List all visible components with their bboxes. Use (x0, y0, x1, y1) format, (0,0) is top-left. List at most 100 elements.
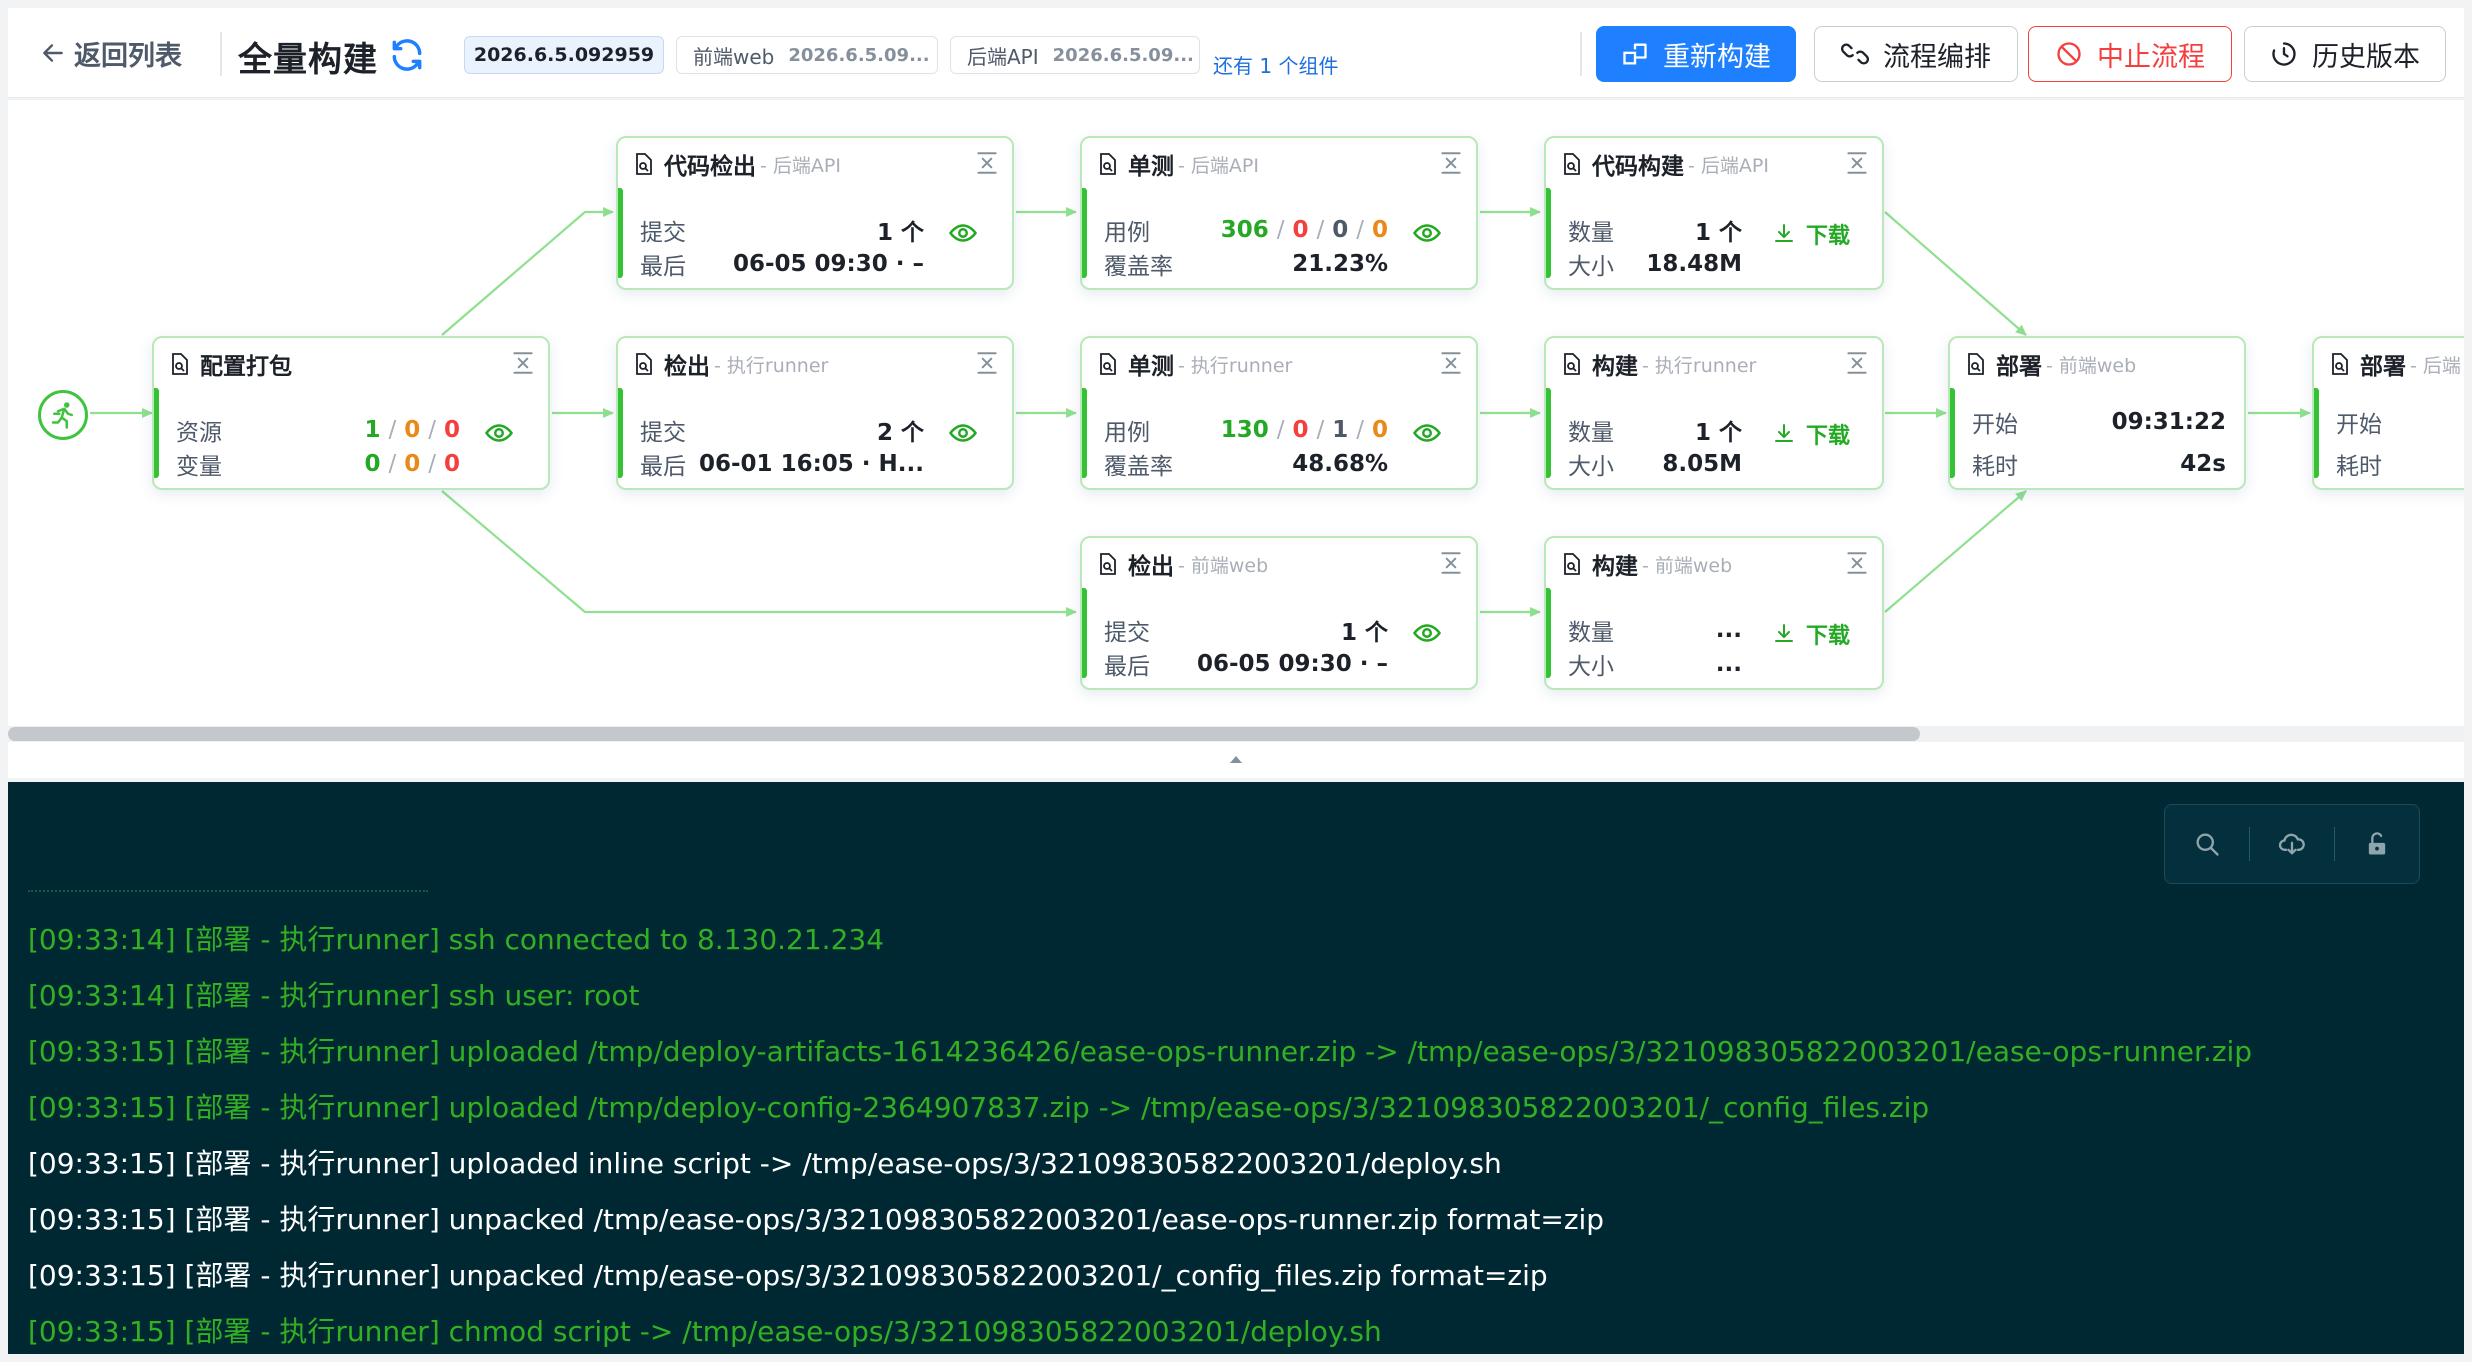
test-case-counts: 306/0/0/0 (1220, 217, 1388, 243)
node-checkout-runner[interactable]: 检出 - 执行runner 提交 最后 2 个 06-01 16:05 · H.… (616, 336, 1014, 490)
doc-search-icon (1100, 553, 1116, 575)
node-row-label: 变量 (176, 448, 266, 480)
more-components-link[interactable]: 还有 1 个组件 (1213, 50, 1338, 79)
doc-search-icon (2332, 353, 2348, 375)
log-download-button[interactable] (2250, 805, 2334, 883)
download-icon (1774, 424, 1793, 442)
row-label: 开始 (2336, 412, 2382, 438)
page-header: 返回列表 全量构建 2026.6.5.092959 前端web 2026.6.5… (8, 8, 2464, 98)
collapse-icon[interactable] (1438, 550, 1464, 576)
eye-icon[interactable] (1412, 418, 1442, 448)
log-line: [09:33:15] [部署 - 执行runner] uploaded inli… (28, 1147, 1502, 1180)
start-node[interactable] (38, 390, 88, 440)
collapse-icon[interactable] (1438, 350, 1464, 376)
doc-search-icon (1564, 353, 1580, 375)
node-unit-test-runner[interactable]: 单测 - 执行runner 用例 覆盖率 130/0/1/0 48.68% (1080, 336, 1478, 490)
stop-flow-button[interactable]: 中止流程 (2028, 26, 2232, 82)
orchestrate-button[interactable]: 流程编排 (1814, 26, 2018, 82)
history-versions-button[interactable]: 历史版本 (2244, 26, 2446, 82)
eye-icon[interactable] (948, 418, 978, 448)
doc-search-icon (1100, 153, 1116, 175)
back-to-list-link[interactable]: 返回列表 (40, 36, 182, 72)
refresh-icon[interactable] (388, 36, 426, 74)
artifact-size: 18.48M (1646, 251, 1742, 277)
node-header: 构建 - 执行runner (1560, 348, 1756, 380)
node-header: 配置打包 (168, 348, 292, 380)
caret-up-icon (1230, 756, 1242, 763)
count-ok: 1 (364, 417, 381, 443)
variable-counts: 0/0/0 (364, 451, 460, 477)
node-build-api[interactable]: 代码构建 - 后端API 数量 大小 1 个 18.48M 下载 (1544, 136, 1884, 290)
count-fail: 0 (443, 451, 460, 477)
scrollbar-thumb[interactable] (8, 727, 1920, 741)
download-button[interactable]: 下载 (1772, 218, 1850, 250)
eye-icon[interactable] (484, 418, 514, 448)
row-label: 大小 (1568, 454, 1614, 480)
canvas-horizontal-scrollbar[interactable] (8, 726, 2464, 742)
collapse-icon[interactable] (1844, 350, 1870, 376)
node-deploy-api[interactable]: 部署 - 后端 开始 耗时 (2312, 336, 2464, 490)
row-label: 提交 (640, 420, 686, 446)
row-label: 提交 (1104, 620, 1150, 646)
node-build-runner[interactable]: 构建 - 执行runner 数量 大小 1 个 8.05M 下载 (1544, 336, 1884, 490)
node-subtitle: - 执行runner (714, 354, 829, 377)
node-config-pack[interactable]: 配置打包 资源 变量 1/0/0 0/0/0 (152, 336, 550, 490)
node-subtitle: - 后端API (760, 154, 841, 177)
row-label: 数量 (1568, 420, 1614, 446)
node-deploy-web[interactable]: 部署 - 前端web 开始 耗时 09:31:22 42s (1948, 336, 2246, 490)
node-title: 部署 (1996, 354, 2042, 380)
artifact-size: 8.05M (1662, 451, 1742, 477)
collapse-icon[interactable] (1844, 150, 1870, 176)
last-commit: 06-05 09:30 · – (732, 251, 924, 277)
collapse-icon[interactable] (1844, 550, 1870, 576)
row-label: 最后 (640, 254, 686, 280)
log-line: [09:33:15] [部署 - 执行runner] uploaded /tmp… (28, 1035, 2253, 1068)
node-row-label: 数量 (1568, 614, 1658, 646)
download-button[interactable]: 下载 (1772, 618, 1850, 650)
panel-resize-handle[interactable] (1218, 746, 1254, 772)
rebuild-icon (1623, 43, 1647, 65)
node-checkout-web[interactable]: 检出 - 前端web 提交 最后 1 个 06-05 09:30 · – (1080, 536, 1478, 690)
collapse-icon[interactable] (974, 150, 1000, 176)
collapse-icon[interactable] (1438, 150, 1464, 176)
download-button[interactable]: 下载 (1772, 418, 1850, 450)
node-subtitle: - 执行runner (1642, 354, 1757, 377)
unlock-icon (2369, 832, 2386, 855)
row-label: 覆盖率 (1104, 254, 1173, 280)
log-line: [09:33:15] [部署 - 执行runner] unpacked /tmp… (28, 1203, 1605, 1236)
eye-icon[interactable] (948, 218, 978, 248)
row-label: 耗时 (2336, 454, 2382, 480)
log-line: [09:33:14] [部署 - 执行runner] ssh connected… (28, 923, 885, 956)
node-row-label: 提交 (640, 214, 730, 246)
coverage-value: 48.68% (1292, 451, 1388, 477)
component-version: 2026.6.5.09... (788, 44, 930, 66)
node-build-web[interactable]: 构建 - 前端web 数量 大小 ... ... 下载 (1544, 536, 1884, 690)
node-header: 构建 - 前端web (1560, 548, 1732, 580)
running-person-icon (51, 402, 73, 429)
eye-icon[interactable] (1412, 618, 1442, 648)
node-header: 代码构建 - 后端API (1560, 148, 1769, 180)
log-lock-button[interactable] (2335, 805, 2419, 883)
node-row-label: 数量 (1568, 414, 1658, 446)
download-label: 下载 (1805, 424, 1850, 449)
count-pass: 306 (1220, 217, 1269, 243)
collapse-icon[interactable] (510, 350, 536, 376)
eye-icon[interactable] (1412, 218, 1442, 248)
node-row-label: 覆盖率 (1104, 448, 1194, 480)
node-title: 配置打包 (200, 354, 292, 380)
artifact-count: ... (1715, 617, 1742, 643)
node-checkout-api[interactable]: 代码检出 - 后端API 提交 最后 1 个 06-05 09:30 · – (616, 136, 1014, 290)
row-label: 资源 (176, 420, 222, 446)
rebuild-button[interactable]: 重新构建 (1596, 26, 1796, 82)
log-line: [09:33:15] [部署 - 执行runner] uploaded /tmp… (28, 1091, 1930, 1124)
log-search-button[interactable] (2165, 805, 2249, 883)
collapse-icon[interactable] (974, 350, 1000, 376)
count-skip: 1 (1332, 417, 1349, 443)
doc-search-icon (1968, 353, 1984, 375)
doc-search-icon (636, 153, 652, 175)
link-icon (1841, 43, 1869, 65)
node-subtitle: - 前端web (1642, 554, 1733, 577)
node-unit-test-api[interactable]: 单测 - 后端API 用例 覆盖率 306/0/0/0 21.23% (1080, 136, 1478, 290)
download-icon (1774, 624, 1793, 642)
doc-search-icon (636, 353, 652, 375)
